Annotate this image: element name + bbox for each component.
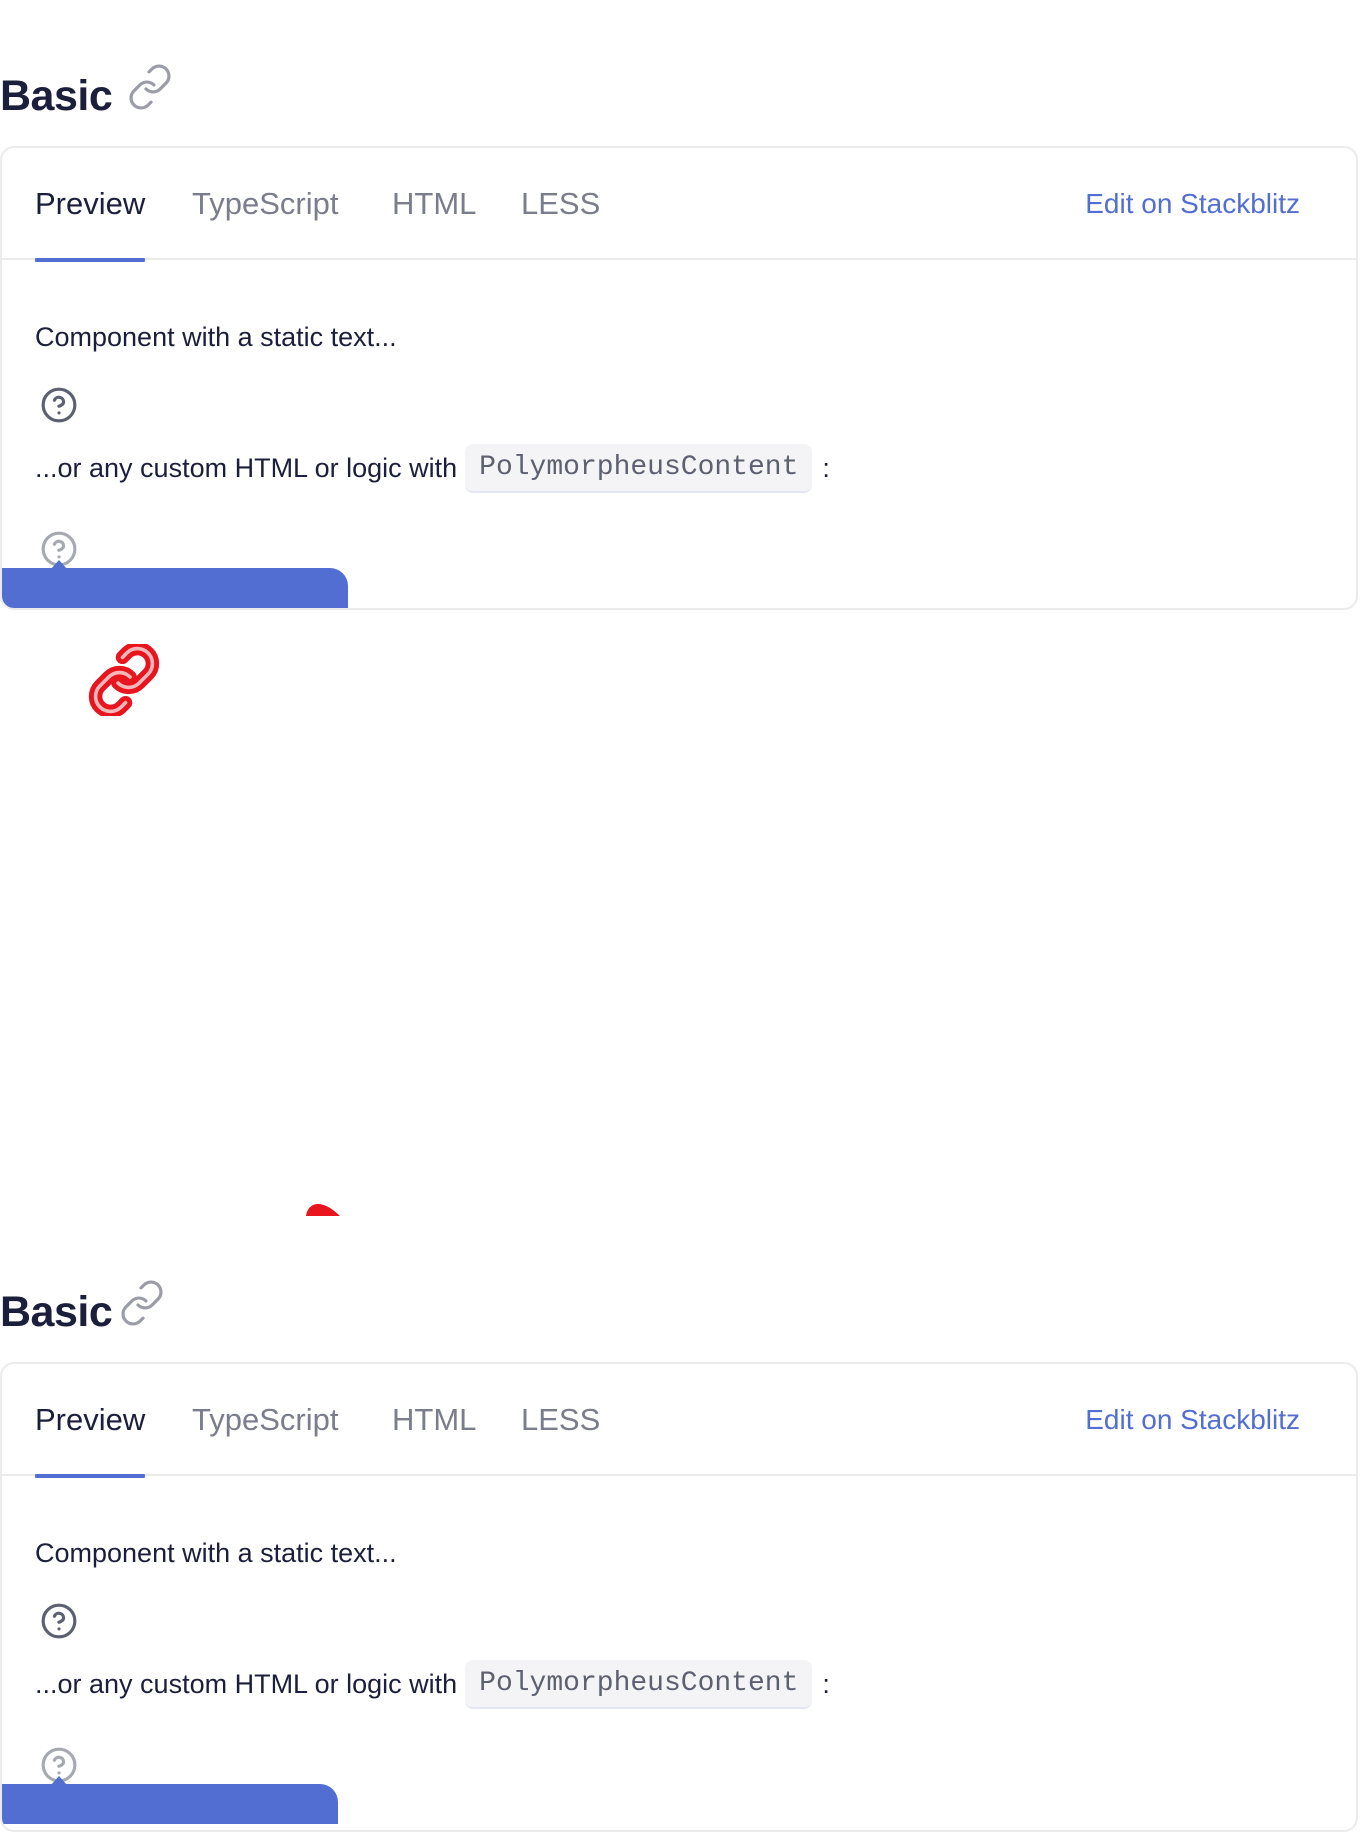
colon-text: : [822,453,830,483]
polymorpheus-code: PolymorpheusContent [465,1660,813,1709]
section-title: Basic [0,1287,113,1336]
tabs-bar: Preview TypeScript HTML LESS Edit on Sta… [2,148,1356,262]
tooltip [2,1784,338,1824]
tab-html[interactable]: HTML [392,1364,476,1476]
colon-text: : [822,1669,830,1699]
static-text-label: Component with a static text... [35,322,397,352]
custom-html-text: ...or any custom HTML or logic with [35,1669,458,1699]
red-shard-icon [306,1203,340,1216]
demo-card: Preview TypeScript HTML LESS Edit on Sta… [0,146,1358,610]
question-circle-icon[interactable] [40,1602,78,1640]
edit-on-stackblitz-link[interactable]: Edit on Stackblitz [1085,148,1300,260]
tabs-bar: Preview TypeScript HTML LESS Edit on Sta… [2,1364,1356,1478]
edit-on-stackblitz-link[interactable]: Edit on Stackblitz [1085,1364,1300,1476]
section-title: Basic [0,71,113,120]
tab-typescript[interactable]: TypeScript [192,148,338,260]
polymorpheus-code: PolymorpheusContent [465,444,813,493]
tab-less[interactable]: LESS [521,1364,600,1476]
tab-typescript[interactable]: TypeScript [192,1364,338,1476]
link-icon[interactable] [118,1279,166,1327]
preview-content: Component with a static text... ...or an… [2,1476,1356,1830]
tab-html[interactable]: HTML [392,148,476,260]
question-circle-icon[interactable] [40,386,78,424]
preview-content: Component with a static text... ...or an… [2,260,1356,608]
link-icon[interactable] [126,63,174,111]
tab-preview[interactable]: Preview [35,148,146,262]
custom-html-line: ...or any custom HTML or logic with Poly… [35,444,830,493]
demo-card: Preview TypeScript HTML LESS Edit on Sta… [0,1362,1358,1832]
custom-html-text: ...or any custom HTML or logic with [35,453,458,483]
static-text-label: Component with a static text... [35,1538,397,1568]
tab-less[interactable]: LESS [521,148,600,260]
custom-html-line: ...or any custom HTML or logic with Poly… [35,1660,830,1709]
red-link-cursor-icon [88,644,160,716]
section-header: Basic [0,63,174,126]
tab-preview[interactable]: Preview [35,1364,146,1478]
section-header: Basic [0,1279,166,1342]
tooltip [2,568,348,608]
